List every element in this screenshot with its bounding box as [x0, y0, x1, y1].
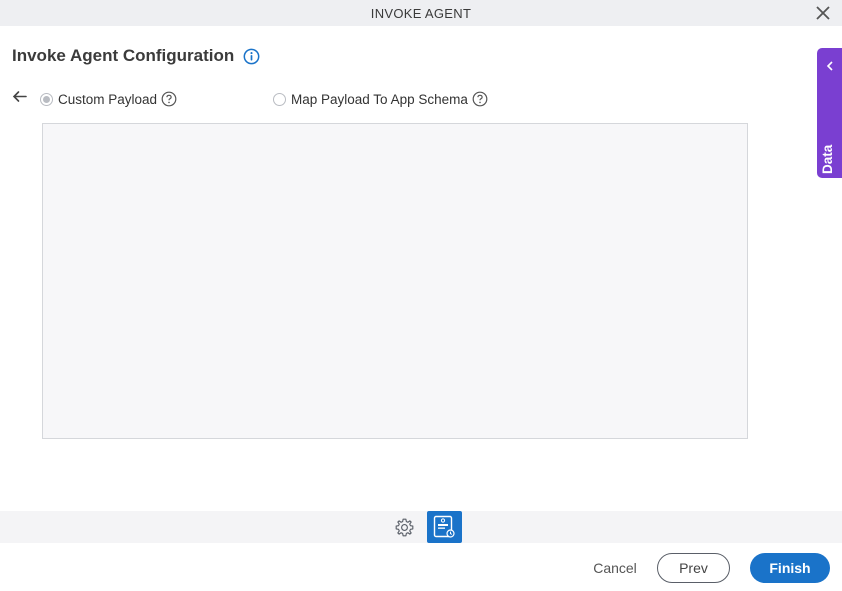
- map-payload-label: Map Payload To App Schema: [291, 91, 468, 107]
- back-arrow-icon[interactable]: [11, 88, 28, 105]
- app-data-panel-toggle[interactable]: App Data: [817, 48, 842, 204]
- help-icon[interactable]: [161, 91, 177, 107]
- help-icon[interactable]: [472, 91, 488, 107]
- custom-payload-label: Custom Payload: [58, 91, 158, 107]
- info-icon[interactable]: [243, 48, 260, 65]
- map-payload-radio[interactable]: [273, 92, 286, 106]
- prev-button[interactable]: Prev: [657, 553, 730, 583]
- page-heading: Invoke Agent Configuration: [12, 46, 260, 66]
- form-document-tool-button[interactable]: [427, 511, 462, 543]
- map-payload-option[interactable]: Map Payload To App Schema: [273, 91, 488, 107]
- app-data-label: App Data: [820, 144, 835, 204]
- gear-icon[interactable]: [394, 517, 415, 538]
- custom-payload-option[interactable]: Custom Payload: [40, 91, 177, 107]
- dialog-title: INVOKE AGENT: [370, 5, 472, 21]
- page-title: Invoke Agent Configuration: [12, 46, 235, 65]
- payload-editor[interactable]: [42, 123, 748, 439]
- custom-payload-radio[interactable]: [40, 92, 53, 106]
- dialog-titlebar: INVOKE AGENT: [0, 0, 842, 26]
- cancel-button[interactable]: Cancel: [586, 553, 644, 583]
- close-icon[interactable]: [814, 4, 832, 22]
- bottom-toolstrip: [0, 511, 842, 543]
- chevron-left-icon: [826, 61, 833, 71]
- finish-button[interactable]: Finish: [750, 553, 830, 583]
- form-document-icon: [433, 515, 455, 538]
